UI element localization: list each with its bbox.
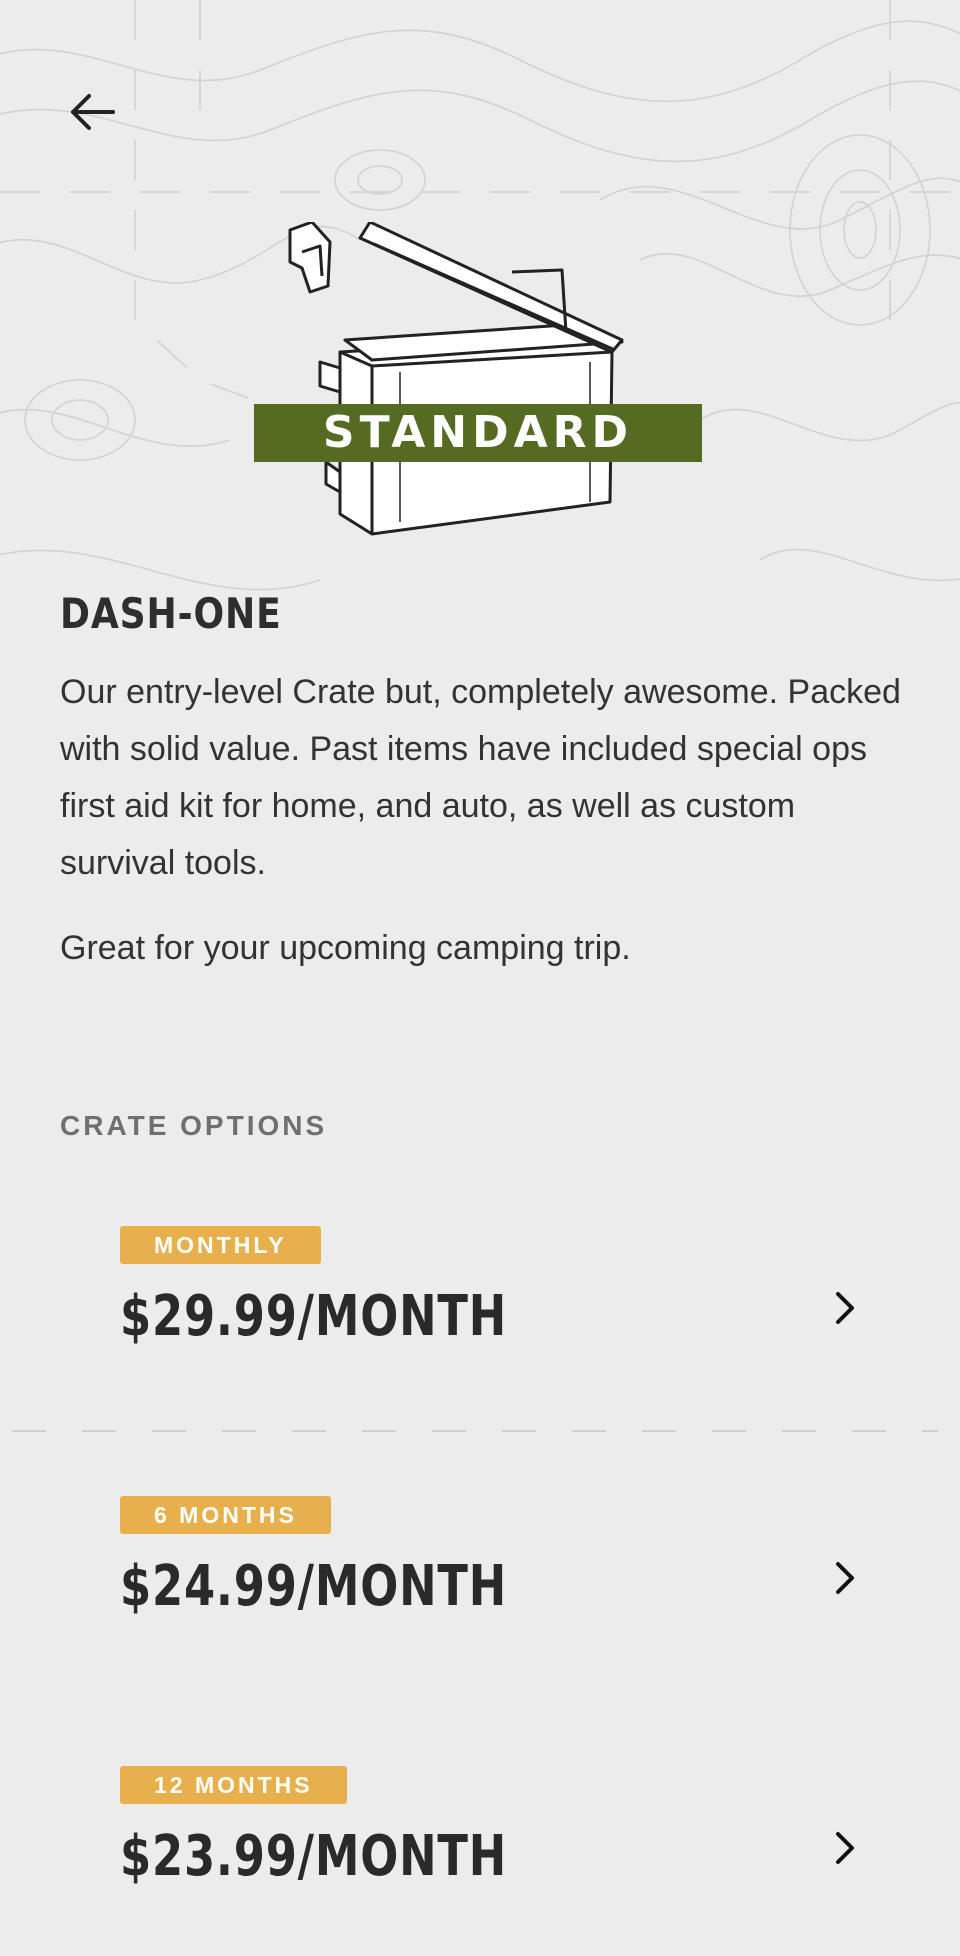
tier-badge-label: STANDARD (322, 407, 634, 458)
crate-hero-image: STANDARD (250, 222, 710, 542)
chevron-right-icon (836, 1292, 854, 1324)
option-price: $24.99/MONTH (120, 1554, 508, 1619)
arrow-left-icon (71, 94, 115, 130)
chevron-right-icon (836, 1832, 854, 1864)
product-description: Our entry-level Crate but, completely aw… (60, 673, 901, 882)
option-6-months[interactable]: 6 MONTHS $24.99/MONTH (60, 1496, 900, 1686)
option-tag: 12 MONTHS (120, 1766, 347, 1804)
option-tag: 6 MONTHS (120, 1496, 331, 1534)
chevron-right-icon (836, 1562, 854, 1594)
section-divider (12, 1430, 938, 1432)
back-button[interactable] (60, 82, 124, 142)
crate-options-heading: CRATE OPTIONS (60, 1110, 328, 1141)
option-tag: MONTHLY (120, 1226, 321, 1264)
option-price: $23.99/MONTH (120, 1824, 508, 1889)
option-12-months[interactable]: 12 MONTHS $23.99/MONTH (60, 1766, 900, 1956)
tier-badge: STANDARD (254, 404, 702, 462)
ammo-crate-illustration (288, 222, 624, 536)
option-price: $29.99/MONTH (120, 1284, 508, 1349)
option-monthly[interactable]: MONTHLY $29.99/MONTH (60, 1226, 900, 1416)
product-title: DASH-ONE (60, 589, 282, 638)
product-tagline: Great for your upcoming camping trip. (60, 929, 631, 967)
